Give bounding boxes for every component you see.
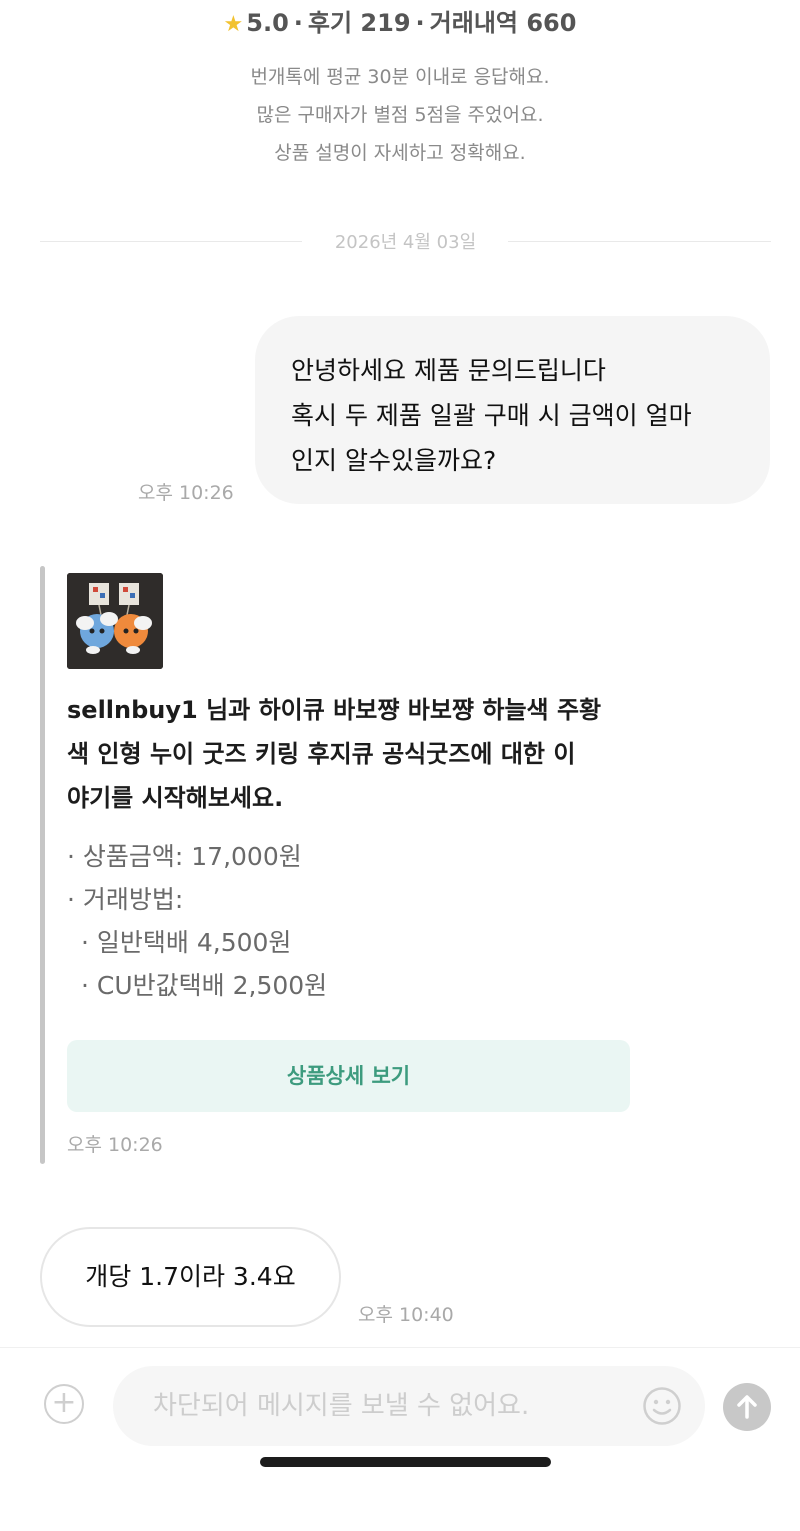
seller-intro: 번개톡에 평균 30분 이내로 응답해요. 많은 구매자가 별점 5점을 주었어… [0,58,800,172]
product-price: · 상품금액: 17,000원 [67,842,302,871]
intro-line: 번개톡에 평균 30분 이내로 응답해요. [250,66,550,88]
card-accent-bar [40,566,45,1164]
product-thumbnail[interactable] [67,573,163,669]
incoming-message-bubble[interactable]: 개당 1.7이라 3.4요 [40,1227,341,1327]
message-line: 인지 알수있을까요? [291,446,497,475]
date-separator: 2026년 4월 03일 [40,226,771,256]
message-input[interactable] [113,1366,705,1446]
seller-rating: 5.0 [246,9,289,37]
seller-transactions: 거래내역 660 [429,9,577,37]
stats-separator: · [293,9,303,37]
star-icon: ★ [223,12,244,37]
seller-stats: ★ 5.0 · 후기 219 · 거래내역 660 [0,3,800,38]
shipping-option-standard: · 일반택배 4,500원 [81,928,292,957]
emoji-icon-graphic [643,1387,681,1425]
plush-keyring-image [67,573,163,669]
divider [508,241,771,242]
view-product-detail-button[interactable]: 상품상세 보기 [67,1040,630,1112]
home-indicator[interactable] [260,1457,551,1467]
message-line: 안녕하세요 제품 문의드립니다 [291,356,606,385]
arrow-up-icon[interactable] [723,1383,771,1431]
card-title-line: sellnbuy1 님과 하이큐 바보쨩 바보쨩 하늘색 주황 [67,696,602,724]
intro-line: 많은 구매자가 별점 5점을 주었어요. [256,104,544,126]
emoji-icon[interactable] [642,1386,682,1426]
message-input-bar: + [0,1347,800,1531]
product-card-title: sellnbuy1 님과 하이큐 바보쨩 바보쨩 하늘색 주황 색 인형 누이 … [67,688,637,820]
seller-reviews: 후기 219 [307,9,411,37]
trade-method-label: · 거래방법: [67,885,184,914]
product-card-info: · 상품금액: 17,000원 · 거래방법: · 일반택배 4,500원 · … [67,835,627,1007]
message-line: 혹시 두 제품 일괄 구매 시 금액이 얼마 [291,401,692,430]
card-title-line: 야기를 시작해보세요. [67,784,284,812]
shipping-option-cu: · CU반값택배 2,500원 [81,971,328,1000]
message-time: 오후 10:26 [138,482,234,504]
outgoing-message-bubble[interactable]: 안녕하세요 제품 문의드립니다 혹시 두 제품 일괄 구매 시 금액이 얼마 인… [255,316,770,504]
intro-line: 상품 설명이 자세하고 정확해요. [274,142,526,164]
card-title-line: 색 인형 누이 굿즈 키링 후지큐 공식굿즈에 대한 이 [67,740,576,768]
message-time: 오후 10:40 [358,1304,454,1326]
send-arrow-graphic [737,1395,757,1419]
stats-separator: · [415,9,425,37]
message-time: 오후 10:26 [67,1134,163,1156]
plus-icon[interactable]: + [44,1384,84,1424]
